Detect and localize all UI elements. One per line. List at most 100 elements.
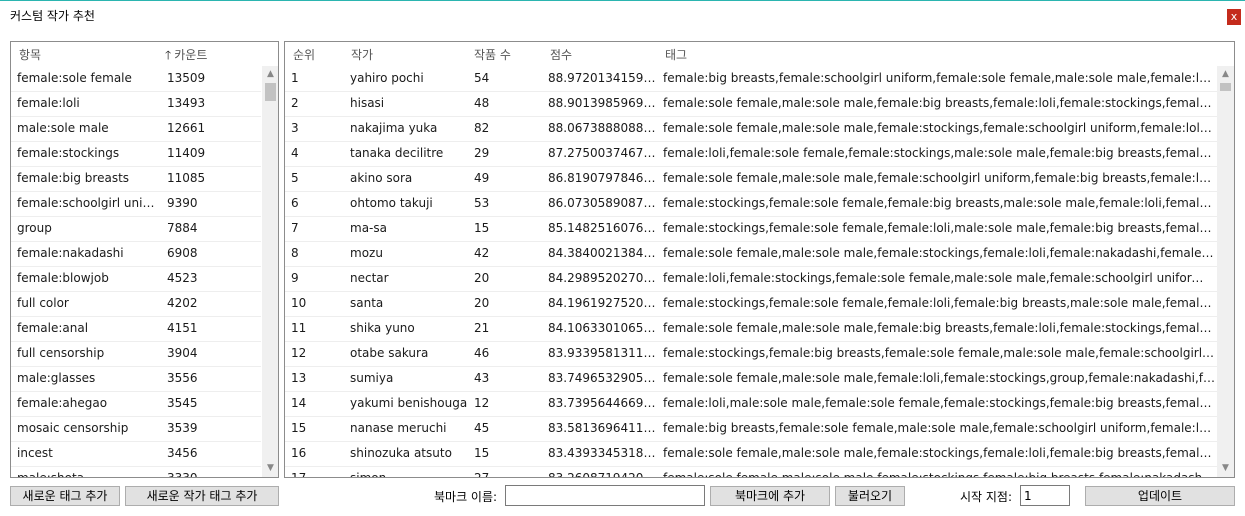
artist-table-row[interactable]: 9 nectar 20 84.29895202703… female:loli,fema… bbox=[285, 267, 1217, 292]
arrow-up-icon: 🡑 bbox=[165, 48, 172, 62]
tag-count: 7884 bbox=[167, 221, 198, 235]
artist-name: santa bbox=[350, 296, 384, 310]
column-header-tags[interactable]: 태그 bbox=[665, 46, 687, 63]
scrollbar-thumb[interactable] bbox=[265, 83, 276, 101]
tag-list-row[interactable]: group 7884 bbox=[11, 217, 261, 242]
tag-name: female:loli bbox=[17, 96, 80, 110]
works-count: 15 bbox=[474, 446, 490, 460]
score-value: 85.14825160764… bbox=[548, 221, 656, 235]
bookmark-name-label: 북마크 이름: bbox=[434, 490, 498, 504]
column-header-works[interactable]: 작품 수 bbox=[474, 46, 511, 63]
tag-list-row[interactable]: female:big breasts 11085 bbox=[11, 167, 261, 192]
rank-cell: 17 bbox=[291, 471, 307, 478]
artist-name: hisasi bbox=[350, 96, 385, 110]
tag-count: 3539 bbox=[167, 421, 198, 435]
scroll-up-icon[interactable]: ▲ bbox=[262, 66, 278, 83]
tag-count: 11085 bbox=[167, 171, 206, 185]
score-value: 86.07305890875… bbox=[548, 196, 656, 210]
tag-count: 4523 bbox=[167, 271, 198, 285]
tag-list-row[interactable]: incest 3456 bbox=[11, 442, 261, 467]
tag-list-scrollbar[interactable]: ▲ ▼ bbox=[262, 66, 278, 477]
tag-list-row[interactable]: full censorship 3904 bbox=[11, 342, 261, 367]
tag-list-row[interactable]: female:nakadashi 6908 bbox=[11, 242, 261, 267]
tag-name: female:big breasts bbox=[17, 171, 130, 185]
window-title: 커스텀 작가 추천 bbox=[10, 9, 95, 23]
tag-count: 9390 bbox=[167, 196, 198, 210]
load-bookmark-button[interactable]: 불러오기 bbox=[835, 486, 905, 506]
tag-count: 6908 bbox=[167, 246, 198, 260]
tag-name: female:schoolgirl uniform bbox=[17, 196, 157, 210]
tag-list-row[interactable]: mosaic censorship 3539 bbox=[11, 417, 261, 442]
tag-list-row[interactable]: female:blowjob 4523 bbox=[11, 267, 261, 292]
tag-list-row[interactable]: male:sole male 12661 bbox=[11, 117, 261, 142]
column-header-count[interactable]: 🡑 카운트 bbox=[165, 46, 207, 67]
score-value: 84.10633010655… bbox=[548, 321, 656, 335]
artist-table-row[interactable]: 16 shinozuka atsuto 15 83.43933453187… femal… bbox=[285, 442, 1217, 467]
artist-table-row[interactable]: 3 nakajima yuka 82 88.06738880882… female:so… bbox=[285, 117, 1217, 142]
tag-list-row[interactable]: male:glasses 3556 bbox=[11, 367, 261, 392]
rank-cell: 11 bbox=[291, 321, 307, 335]
rank-cell: 15 bbox=[291, 421, 307, 435]
tag-list-rows: female:sole female 13509 female:loli 13493 m… bbox=[11, 67, 261, 477]
artist-table-row[interactable]: 17 simon 27 83.26087194208… female:sole fema… bbox=[285, 467, 1217, 478]
tag-name: male:sole male bbox=[17, 121, 109, 135]
bookmark-name-input[interactable] bbox=[505, 485, 705, 506]
column-header-score[interactable]: 점수 bbox=[550, 46, 572, 63]
scroll-up-icon[interactable]: ▲ bbox=[1217, 66, 1234, 83]
tag-list-row[interactable]: male:shota 3330 bbox=[11, 467, 261, 477]
artist-name: yahiro pochi bbox=[350, 71, 424, 85]
tag-list-row[interactable]: female:ahegao 3545 bbox=[11, 392, 261, 417]
artist-table-row[interactable]: 8 mozu 42 84.38400213845… female:sole female… bbox=[285, 242, 1217, 267]
title-bar: 커스텀 작가 추천 x bbox=[0, 1, 1245, 31]
artist-table-row[interactable]: 7 ma-sa 15 85.14825160764… female:stockings,… bbox=[285, 217, 1217, 242]
score-value: 88.90139859696… bbox=[548, 96, 656, 110]
add-tag-button[interactable]: 새로운 태그 추가 bbox=[10, 486, 120, 506]
tag-list-row[interactable]: female:anal 4151 bbox=[11, 317, 261, 342]
start-point-input[interactable] bbox=[1020, 485, 1070, 506]
artist-name: ma-sa bbox=[350, 221, 387, 235]
tag-list-row[interactable]: female:stockings 11409 bbox=[11, 142, 261, 167]
add-bookmark-button[interactable]: 북마크에 추가 bbox=[710, 486, 830, 506]
artist-table-row[interactable]: 12 otabe sakura 46 83.93395813113… female:st… bbox=[285, 342, 1217, 367]
close-button[interactable]: x bbox=[1227, 9, 1241, 25]
column-header-rank[interactable]: 순위 bbox=[293, 46, 315, 63]
works-count: 48 bbox=[474, 96, 490, 110]
works-count: 42 bbox=[474, 246, 490, 260]
add-artist-tag-button[interactable]: 새로운 작가 태그 추가 bbox=[125, 486, 279, 506]
artist-table-row[interactable]: 15 nanase meruchi 45 83.58136964118… female:… bbox=[285, 417, 1217, 442]
tag-name: incest bbox=[17, 446, 53, 460]
artist-table-scrollbar[interactable]: ▲ ▼ bbox=[1217, 66, 1234, 477]
works-count: 45 bbox=[474, 421, 490, 435]
artist-table-row[interactable]: 5 akino sora 49 86.81907978469… female:sole … bbox=[285, 167, 1217, 192]
tag-list-row[interactable]: full color 4202 bbox=[11, 292, 261, 317]
artist-table-row[interactable]: 10 santa 20 84.19619275208… female:stockings… bbox=[285, 292, 1217, 317]
artist-name: akino sora bbox=[350, 171, 413, 185]
tag-list-row[interactable]: female:loli 13493 bbox=[11, 92, 261, 117]
artist-name: ohtomo takuji bbox=[350, 196, 433, 210]
tag-name: female:sole female bbox=[17, 71, 132, 85]
rank-cell: 8 bbox=[291, 246, 299, 260]
column-header-item[interactable]: 항목 bbox=[19, 46, 41, 63]
tag-list-cell: female:stockings,female:sole female,fema… bbox=[663, 196, 1215, 210]
tag-list-cell: female:sole female,male:sole male,female… bbox=[663, 321, 1215, 335]
works-count: 49 bbox=[474, 171, 490, 185]
scroll-down-icon[interactable]: ▼ bbox=[262, 460, 278, 477]
artist-table-row[interactable]: 4 tanaka decilitre 29 87.27500374671… female… bbox=[285, 142, 1217, 167]
artist-table-row[interactable]: 6 ohtomo takuji 53 86.07305890875… female:st… bbox=[285, 192, 1217, 217]
artist-table-row[interactable]: 14 yakumi benishouga 12 83.73956446694… fema… bbox=[285, 392, 1217, 417]
artist-table-row[interactable]: 2 hisasi 48 88.90139859696… female:sole fema… bbox=[285, 92, 1217, 117]
artist-table-header: 순위 작가 작품 수 점수 태그 bbox=[285, 42, 1234, 66]
tag-name: female:anal bbox=[17, 321, 89, 335]
artist-name: shinozuka atsuto bbox=[350, 446, 452, 460]
scrollbar-thumb[interactable] bbox=[1220, 83, 1231, 91]
artist-table-row[interactable]: 11 shika yuno 21 84.10633010655… female:sole… bbox=[285, 317, 1217, 342]
tag-list-row[interactable]: female:schoolgirl uniform 9390 bbox=[11, 192, 261, 217]
artist-table-row[interactable]: 1 yahiro pochi 54 88.97201341591… female:big… bbox=[285, 67, 1217, 92]
tag-list-cell: female:loli,female:stockings,female:sole… bbox=[663, 271, 1215, 285]
column-header-artist[interactable]: 작가 bbox=[351, 46, 373, 63]
tag-list-row[interactable]: female:sole female 13509 bbox=[11, 67, 261, 92]
artist-table-rows: 1 yahiro pochi 54 88.97201341591… female:big… bbox=[285, 67, 1217, 478]
scroll-down-icon[interactable]: ▼ bbox=[1217, 460, 1234, 477]
artist-table-row[interactable]: 13 sumiya 43 83.74965329051… female:sole fem… bbox=[285, 367, 1217, 392]
update-button[interactable]: 업데이트 bbox=[1085, 486, 1235, 506]
